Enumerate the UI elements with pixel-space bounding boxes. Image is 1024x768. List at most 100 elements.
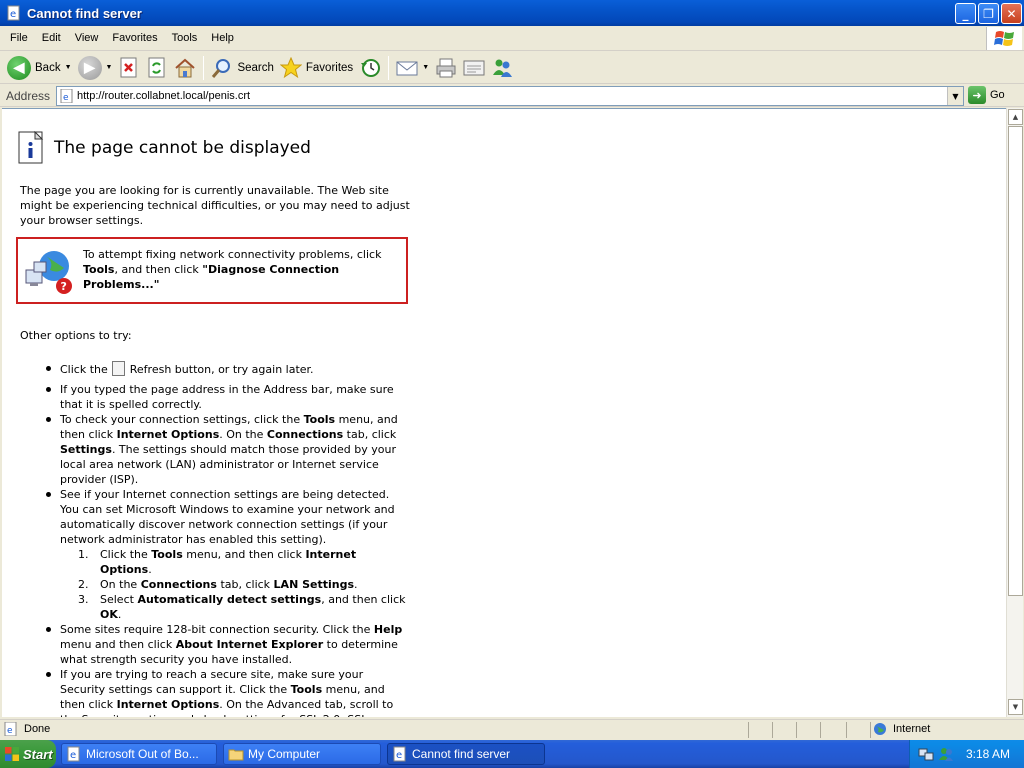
step-bold: Automatically detect settings [137,593,322,606]
menu-file[interactable]: File [3,30,35,46]
network-globe-icon: ? [25,251,72,294]
svg-text:e: e [70,750,76,761]
toolbar-separator [203,55,205,80]
refresh-icon [148,57,165,77]
step-bold: Connections [140,578,217,591]
go-button[interactable]: ➜ Go [968,86,1005,104]
status-divider [870,722,871,738]
scroll-thumb[interactable] [1008,126,1023,596]
step-text: Click the [100,548,148,561]
network-tray-icon[interactable] [918,746,934,762]
chevron-down-icon[interactable]: ▼ [106,64,113,71]
stop-icon [120,57,137,77]
taskbar-item-my-computer[interactable]: My Computer [223,743,381,765]
steps-list: 1. Click the Tools menu, and then click I… [78,547,410,622]
back-button[interactable]: ◀ Back ▼ [4,54,75,82]
back-arrow-icon: ◀ [7,55,31,80]
chevron-down-icon[interactable]: ▼ [947,87,963,105]
svg-text:?: ? [61,280,67,293]
opt1-text-a: Click the [60,363,108,376]
stop-button[interactable] [115,54,143,82]
opt1-text-b: Refresh button, or try again later. [129,363,314,376]
step-text: , and then click [321,593,406,606]
minimize-button[interactable]: _ [955,3,976,24]
status-text: Done [24,723,51,735]
opt3-d: tab, click [346,428,397,441]
mail-button[interactable]: ▼ [393,54,432,82]
page-heading: The page cannot be displayed [18,131,311,165]
list-item: Click the Refresh button, or try again l… [46,361,410,377]
scroll-down-button[interactable]: ▼ [1008,699,1023,715]
chevron-down-icon[interactable]: ▼ [422,64,429,71]
history-button[interactable] [356,54,384,82]
step-item: 1. Click the Tools menu, and then click I… [78,547,410,577]
taskbar-item-label: Cannot find server [412,747,511,761]
scroll-up-button[interactable]: ▲ [1008,109,1023,125]
opt3-c: . On the [219,428,264,441]
opt5-help: Help [373,623,403,636]
chevron-down-icon[interactable]: ▼ [65,64,72,71]
step-item: 3. Select Automatically detect settings, … [78,592,410,622]
status-divider [820,722,821,738]
list-item: Some sites require 128-bit connection se… [46,622,410,667]
address-label: Address [6,88,51,103]
intro-text: The page you are looking for is currentl… [20,184,410,227]
step-text: On the [100,578,138,591]
close-button[interactable]: ✕ [1001,3,1022,24]
vertical-scrollbar[interactable]: ▲ ▼ [1006,108,1023,717]
ie-page-icon: e [67,746,80,762]
internet-zone-icon [874,723,886,735]
opt3-settings: Settings [60,443,112,456]
step-bold: OK [100,608,118,621]
step-text: . [148,563,152,576]
taskbar-item-oobe[interactable]: e Microsoft Out of Bo... [61,743,217,765]
address-input[interactable]: e http://router.collabnet.local/penis.cr… [56,86,964,106]
star-icon [279,56,302,78]
taskbar-item-cannot-find-server[interactable]: e Cannot find server [387,743,545,765]
edit-button[interactable] [460,54,488,82]
forward-arrow-icon: ▶ [77,55,102,80]
print-button[interactable] [432,54,460,82]
menu-help[interactable]: Help [204,30,241,46]
menu-tools[interactable]: Tools [165,30,205,46]
messenger-button[interactable] [488,54,516,82]
forward-button[interactable]: ▶ ▼ [75,54,116,82]
messenger-icon [493,59,513,77]
menu-edit[interactable]: Edit [35,30,68,46]
back-label: Back [35,61,61,74]
opt6-io: Internet Options [116,698,220,711]
clock: 3:18 AM [965,747,1010,761]
opt5-b: menu and then click [60,638,173,651]
step-text: tab, click [220,578,271,591]
start-button[interactable]: Start [0,740,56,768]
search-label: Search [237,61,274,74]
taskbar-item-label: My Computer [248,747,321,761]
diagnose-text: To attempt fixing network connectivity p… [83,247,403,292]
step-text: menu, and then click [186,548,302,561]
restore-button[interactable]: ❐ [978,3,999,24]
opt3-conn: Connections [266,428,344,441]
step-text: Select [100,593,134,606]
search-button[interactable]: Search [208,54,276,82]
edit-page-icon [463,60,485,75]
favorites-button[interactable]: Favorites [277,54,356,82]
diagnose-text-1: To attempt fixing network connectivity p… [83,248,382,261]
opt5-a: Some sites require 128-bit connection se… [60,623,371,636]
address-url: http://router.collabnet.local/penis.crt [77,90,251,102]
other-options-heading: Other options to try: [20,329,132,342]
menu-favorites[interactable]: Favorites [105,30,164,46]
svg-text:e: e [7,726,13,736]
page-content: The page cannot be displayed The page yo… [2,108,1006,717]
title-bar: e Cannot find server _ ❐ ✕ [0,0,1024,26]
svg-text:e: e [10,9,16,20]
history-icon [361,58,381,77]
menu-view[interactable]: View [68,30,106,46]
address-bar: Address e http://router.collabnet.local/… [0,85,1024,107]
folder-icon [228,749,244,761]
opt3-io: Internet Options [116,428,220,441]
home-button[interactable] [171,54,199,82]
refresh-button[interactable] [143,54,171,82]
list-item: If you are trying to reach a secure site… [46,667,410,717]
messenger-tray-icon[interactable] [938,746,954,762]
opt5-about: About Internet Explorer [175,638,324,651]
